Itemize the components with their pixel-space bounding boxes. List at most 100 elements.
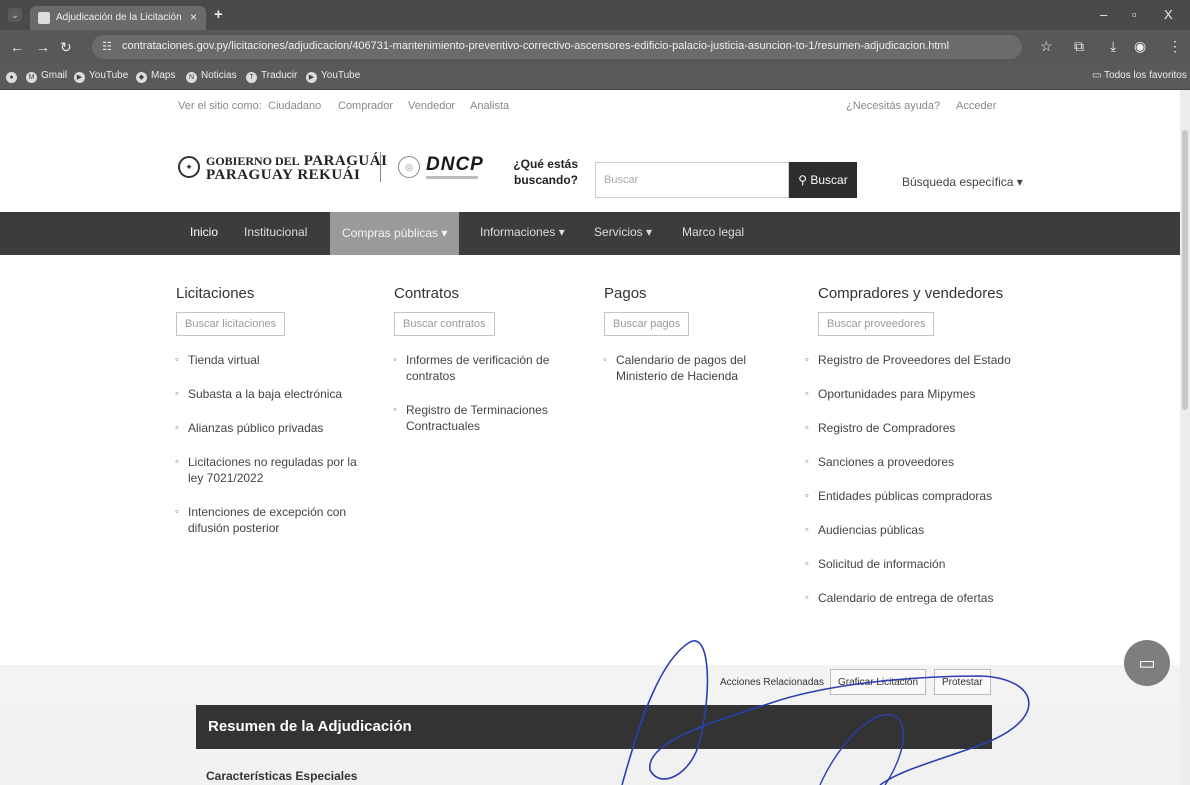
youtube-icon: ▶ [74,72,85,83]
column-title: Pagos [604,285,647,302]
chart-tender-button[interactable]: Graficar Licitación [830,669,927,695]
bookmark-star-icon[interactable]: ☆ [1040,38,1053,55]
browser-menu-icon[interactable]: ⋮ [1168,38,1182,55]
new-tab-icon[interactable]: + [214,6,223,23]
nav-inicio[interactable]: Inicio [190,225,218,239]
url-field[interactable]: ☷ contrataciones.gov.py/licitaciones/adj… [92,35,1022,59]
reload-icon[interactable]: ↻ [60,39,72,56]
nav-marco-legal[interactable]: Marco legal [682,225,744,239]
role-comprador[interactable]: Comprador [338,100,393,112]
role-analista[interactable]: Analista [470,100,509,112]
menu-link[interactable]: Entidades públicas compradoras [805,488,1026,504]
gmail-icon: M [26,72,37,83]
menu-link[interactable]: Calendario de pagos del Ministerio de Ha… [603,352,800,384]
menu-link[interactable]: Registro de Terminaciones Contractuales [393,402,564,434]
folder-icon: ▭ [1092,70,1105,81]
menu-link[interactable]: Audiencias públicas [805,522,1026,538]
menu-column-contratos: Contratos Buscar contratos Informes de v… [393,285,564,452]
search-pagos-input[interactable]: Buscar pagos [604,312,690,336]
nav-institucional[interactable]: Institucional [244,225,307,239]
extensions-icon[interactable]: ⧉ [1074,38,1084,55]
restore-icon[interactable]: ▫ [1132,7,1137,22]
page-viewport: Ver el sitio como: Ciudadano Comprador V… [0,90,1190,785]
close-window-icon[interactable]: X [1164,7,1173,22]
bookmark-gmail[interactable]: M Gmail [26,70,67,83]
login-link[interactable]: Acceder [956,100,996,112]
menu-link[interactable]: Informes de verificación de contratos [393,352,564,384]
menu-link[interactable]: Tienda virtual [175,352,372,368]
browser-tab[interactable]: Adjudicación de la Licitación 4( × [30,6,206,30]
summary-header: Resumen de la Adjudicación [196,705,992,749]
protest-button[interactable]: Protestar [934,669,991,695]
maps-icon: ◆ [136,72,147,83]
scrollbar-thumb[interactable] [1182,130,1188,410]
apps-icon[interactable]: ● [6,70,21,83]
youtube-icon: ▶ [306,72,317,83]
menu-link[interactable]: Registro de Proveedores del Estado [805,352,1026,368]
dncp-seal-icon: ◎ [398,156,420,178]
main-nav: Inicio Institucional Compras públicas ▾ … [0,212,1180,255]
all-bookmarks[interactable]: ▭ Todos los favoritos [1092,70,1187,81]
minimize-icon[interactable]: – [1100,7,1107,22]
nav-compras-publicas[interactable]: Compras públicas ▾ [330,212,460,255]
site-info-icon[interactable]: ☷ [102,40,112,53]
nav-servicios[interactable]: Servicios ▾ [594,225,652,239]
news-icon: N [186,72,197,83]
chat-icon[interactable]: ▭ [1124,640,1170,686]
menu-link[interactable]: Registro de Compradores [805,420,1026,436]
page-scrollbar[interactable] [1180,90,1190,785]
logo-divider [380,152,381,182]
browser-window: ⌄ Adjudicación de la Licitación 4( × + –… [0,0,1190,785]
search-licitaciones-input[interactable]: Buscar licitaciones [176,312,286,336]
brand-row: ✦ GOBIERNO DEL PARAGUÁI PARAGUAY REKUÁI … [0,120,1180,212]
menu-link[interactable]: Sanciones a proveedores [805,454,1026,470]
forward-icon[interactable]: → [36,39,50,55]
dncp-subtitle-line [426,176,478,179]
profile-icon[interactable]: ◉ [1134,38,1146,55]
bookmark-traducir[interactable]: T Traducir [246,70,297,83]
menu-link[interactable]: Calendario de entrega de ofertas [805,590,1026,606]
advanced-search-dropdown[interactable]: Búsqueda específica ▾ [902,175,1023,189]
column-title: Compradores y vendedores [818,285,1004,302]
bookmarks-bar: ● M Gmail ▶ YouTube ◆ Maps N Noticias T Tradu… [0,64,1190,90]
menu-link[interactable]: Oportunidades para Mipymes [805,386,1026,402]
utility-bar: Ver el sitio como: Ciudadano Comprador V… [0,90,1180,120]
tab-close-icon[interactable]: × [190,10,197,24]
tab-list-icon[interactable]: ⌄ [8,8,22,22]
search-input[interactable] [595,162,789,198]
back-icon[interactable]: ← [10,39,24,55]
search-contratos-input[interactable]: Buscar contratos [394,312,495,336]
download-icon[interactable]: ⤓ [1110,38,1116,55]
menu-link[interactable]: Solicitud de información [805,556,1026,572]
tab-bar: ⌄ Adjudicación de la Licitación 4( × + –… [0,0,1190,30]
search-button[interactable]: ⚲ Buscar [789,162,857,198]
bookmark-youtube[interactable]: ▶ YouTube [74,70,128,83]
bookmark-noticias[interactable]: N Noticias [186,70,237,83]
dncp-logo[interactable]: DNCP [426,154,484,176]
government-logo[interactable]: GOBIERNO DEL PARAGUÁI PARAGUAY REKUÁI [206,154,387,183]
view-as-label: Ver el sitio como: [178,100,262,112]
site-favicon-icon [38,12,50,24]
help-link[interactable]: ¿Necesitás ayuda? [846,100,940,112]
menu-column-licitaciones: Licitaciones Buscar licitaciones Tienda … [175,285,372,554]
url-text: contrataciones.gov.py/licitaciones/adjud… [122,40,950,52]
bookmark-maps[interactable]: ◆ Maps [136,70,175,83]
special-features-title: Características Especiales [206,769,358,783]
menu-column-compradores-vendedores: Compradores y vendedores Buscar proveedo… [805,285,1026,624]
related-actions-label: Acciones Relacionadas [720,677,824,688]
content-area: Resumen de la Adjudicación Característic… [0,705,1180,785]
search-question: ¿Qué estás buscando? [513,157,578,187]
role-ciudadano[interactable]: Ciudadano [268,100,321,112]
menu-link[interactable]: Intenciones de excepción con difusión po… [175,504,372,536]
nav-informaciones[interactable]: Informaciones ▾ [480,225,565,239]
mega-menu: Licitaciones Buscar licitaciones Tienda … [0,255,1180,665]
role-vendedor[interactable]: Vendedor [408,100,455,112]
menu-link[interactable]: Alianzas público privadas [175,420,372,436]
search-proveedores-input[interactable]: Buscar proveedores [818,312,935,336]
menu-link[interactable]: Licitaciones no reguladas por la ley 702… [175,454,372,486]
menu-link[interactable]: Subasta a la baja electrónica [175,386,372,402]
bookmark-youtube-2[interactable]: ▶ YouTube [306,70,360,83]
translate-icon: T [246,72,257,83]
column-title: Licitaciones [176,285,255,302]
related-actions-bar: Acciones Relacionadas Graficar Licitació… [0,665,1180,705]
